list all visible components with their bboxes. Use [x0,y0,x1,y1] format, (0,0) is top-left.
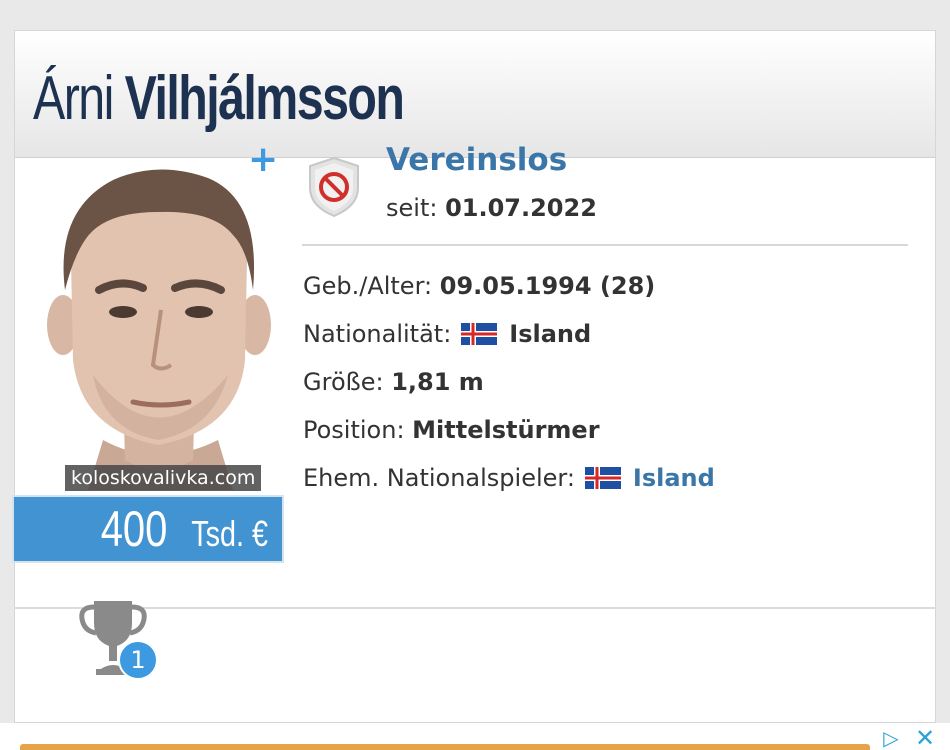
iceland-flag-icon [461,323,498,345]
player-last-name: Vilhjálmsson [124,64,405,133]
add-to-watchlist-icon[interactable]: + [248,142,278,178]
ad-info-icon[interactable]: ▷ [876,727,906,749]
iceland-flag-icon [584,467,621,489]
position-label: Position: [303,416,405,444]
position-value: Mittelstürmer [412,416,600,444]
info-row-birth: Geb./Alter: 09.05.1994 (28) [303,272,655,300]
height-value: 1,81 m [391,368,484,396]
ad-banner[interactable]: ▷ ✕ [0,723,950,750]
player-photo [33,140,283,490]
info-row-former-national: Ehem. Nationalspieler: Island [303,464,715,492]
since-date: 01.07.2022 [445,194,597,222]
profile-header: Árni Vilhjálmsson [15,31,935,158]
since-label: seit: [386,194,438,222]
info-divider [302,244,908,246]
info-row-nationality: Nationalität: Island [303,320,591,348]
info-row-height: Größe: 1,81 m [303,368,484,396]
market-value-unit: Tsd. € [191,513,268,554]
player-name: Árni Vilhjálmsson [33,59,405,139]
no-club-shield-icon [306,156,362,218]
achievements-divider [14,607,936,609]
market-value-box[interactable]: 400 Tsd. € [12,495,284,563]
height-label: Größe: [303,368,384,396]
trophy-count-badge: 1 [118,640,158,680]
former-national-link[interactable]: Island [633,464,715,492]
nationality-label: Nationalität: [303,320,452,348]
info-row-position: Position: Mittelstürmer [303,416,600,444]
birth-value: 09.05.1994 (28) [439,272,656,300]
club-name-link[interactable]: Vereinslos [386,142,567,178]
player-first-name: Árni [33,64,114,133]
club-since: seit: 01.07.2022 [386,194,597,222]
former-national-label: Ehem. Nationalspieler: [303,464,575,492]
market-value-number: 400 [100,501,168,557]
close-icon[interactable]: ✕ [912,726,938,750]
ad-stripe [20,744,870,750]
photo-watermark: koloskovalivka.com [65,465,262,491]
nationality-value: Island [509,320,592,348]
birth-label: Geb./Alter: [303,272,433,300]
